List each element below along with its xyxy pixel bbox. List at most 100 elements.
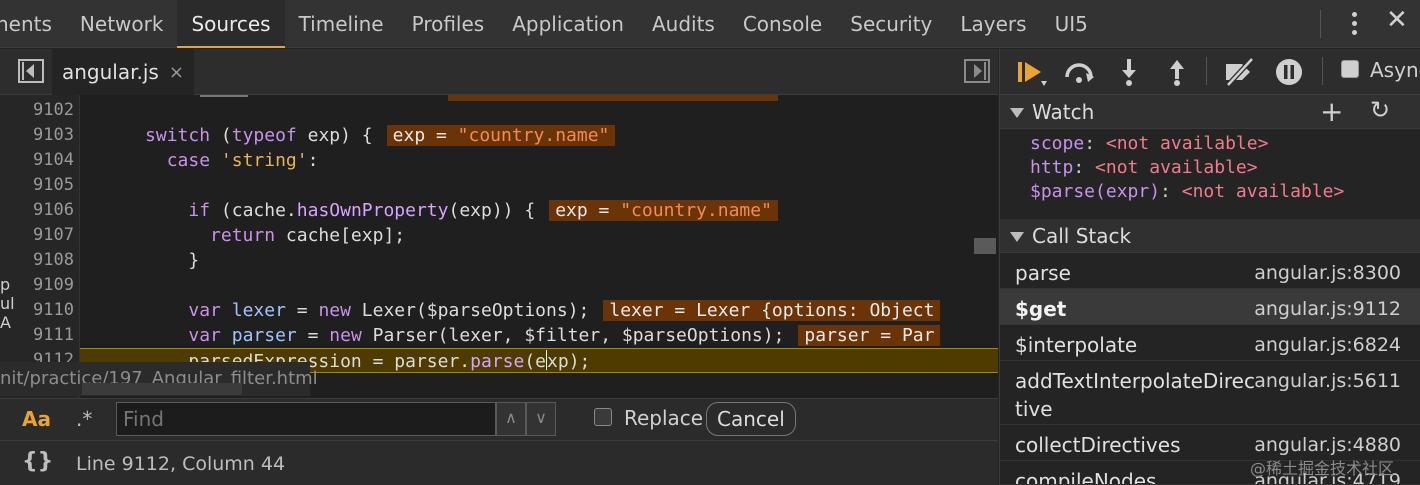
horizontal-scrollbar-thumb[interactable]	[82, 383, 242, 395]
vertical-scrollbar-thumb[interactable]	[974, 238, 996, 254]
string-literal: 'string'	[220, 150, 308, 171]
inline-value-key: exp =	[392, 125, 458, 146]
line-number[interactable]: 9102	[0, 98, 74, 123]
tab-ui5[interactable]: UI5	[1041, 0, 1102, 48]
code-line-9107[interactable]: return cache[exp];	[80, 223, 998, 248]
debugger-toolbar: Async	[1000, 49, 1420, 95]
frame-location[interactable]: angular.js:9112	[1254, 295, 1401, 323]
file-tab-name: angular.js	[62, 60, 159, 84]
code-line-9111[interactable]: var parser = new Parser(lexer, $filter, …	[80, 323, 998, 348]
code-text: (e	[524, 351, 547, 372]
pretty-print-button[interactable]: {}	[22, 449, 53, 474]
close-tab-icon[interactable]: ×	[169, 62, 184, 83]
inline-value: lexer = Lexer {options: Object	[603, 300, 941, 321]
code-line-9108[interactable]: }	[80, 248, 998, 273]
refresh-icon[interactable]: ↻	[1370, 96, 1390, 124]
code-line-9103[interactable]: switch (typeof exp) {exp = "country.name…	[80, 123, 998, 148]
keyword: case	[166, 150, 211, 171]
line-number[interactable]: 9108	[0, 248, 74, 273]
step-over-icon[interactable]	[1062, 55, 1096, 89]
tab-network[interactable]: Network	[66, 0, 178, 48]
inline-value: exp = "country.name"	[386, 125, 616, 146]
call-stack-section-header[interactable]: Call Stack	[1000, 219, 1420, 253]
collapse-triangle-icon[interactable]	[1010, 108, 1024, 118]
close-devtools-icon[interactable]: ✕	[1386, 5, 1408, 35]
find-previous-button[interactable]: ∧	[496, 402, 526, 436]
frame-name: $get	[1015, 297, 1067, 321]
line-number[interactable]: 9104	[0, 148, 74, 173]
watch-item[interactable]: http: <not available>	[1030, 157, 1258, 178]
watch-key: scope	[1030, 133, 1085, 154]
watch-key: http	[1030, 157, 1074, 178]
replace-label: Replace	[624, 406, 704, 430]
tab-timeline[interactable]: Timeline	[285, 0, 398, 48]
keyword: new	[329, 325, 362, 346]
frame-location[interactable]: angular.js:5611	[1254, 367, 1401, 395]
file-tab-angular[interactable]: angular.js ×	[52, 49, 194, 95]
call-frame[interactable]: $interpolate angular.js:6824	[1000, 325, 1420, 361]
toggle-navigator-icon[interactable]	[18, 59, 44, 83]
code-line-9106[interactable]: if (cache.hasOwnProperty(exp)) {exp = "c…	[80, 198, 998, 223]
regex-toggle[interactable]: .*	[76, 407, 92, 431]
resume-icon[interactable]	[1014, 55, 1048, 89]
watch-key: $parse(expr)	[1030, 181, 1161, 202]
line-number-gutter[interactable]: 9102 9103 9104 9105 9106 9107 9108 9109 9110 9111…	[0, 95, 80, 398]
tab-application[interactable]: Application	[498, 0, 638, 48]
watch-item[interactable]: scope: <not available>	[1030, 133, 1268, 154]
cancel-button[interactable]: Cancel	[706, 402, 796, 436]
watch-section-header[interactable]: Watch + ↻	[1000, 95, 1420, 129]
watermark: @稀土掘金技术社区	[1250, 459, 1395, 478]
line-number[interactable]: 9106	[0, 198, 74, 223]
watch-value: <not available>	[1095, 157, 1258, 178]
code-text: =	[285, 300, 319, 321]
collapse-triangle-icon[interactable]	[1010, 232, 1024, 242]
inline-value: exp = "country.name"	[549, 200, 778, 221]
code-editor[interactable]: 9102 9103 9104 9105 9106 9107 9108 9109 9110 9111…	[0, 95, 998, 398]
find-input[interactable]	[116, 402, 496, 436]
frame-location[interactable]: angular.js:6824	[1254, 331, 1401, 359]
tab-security[interactable]: Security	[836, 0, 946, 48]
tab-audits[interactable]: Audits	[638, 0, 729, 48]
step-out-icon[interactable]	[1160, 55, 1194, 89]
clipped-left-panel: p ul A	[0, 275, 15, 332]
deactivate-breakpoints-icon[interactable]	[1222, 55, 1256, 89]
call-frame[interactable]: addTextInterpolateDirective angular.js:5…	[1000, 361, 1420, 425]
line-number[interactable]: 9105	[0, 173, 74, 198]
variable-name: lexer	[220, 300, 286, 321]
toolbar-divider	[1206, 57, 1207, 85]
keyword: var	[188, 300, 221, 321]
toggle-debugger-icon[interactable]	[964, 59, 990, 83]
call-frame[interactable]: parse angular.js:8300	[1000, 253, 1420, 289]
tab-layers[interactable]: Layers	[946, 0, 1040, 48]
find-bar: Aa .* ∧ ∨ Replace Cancel	[0, 398, 998, 440]
match-case-toggle[interactable]: Aa	[22, 407, 51, 431]
more-options-icon[interactable]	[1340, 6, 1370, 42]
code-line-9104[interactable]: case 'string':	[80, 148, 998, 173]
frame-location[interactable]: angular.js:8300	[1254, 259, 1401, 287]
tab-profiles[interactable]: Profiles	[398, 0, 499, 48]
tab-console[interactable]: Console	[729, 0, 836, 48]
code-line-9110[interactable]: var lexer = new Lexer($parseOptions); lex…	[80, 298, 998, 323]
call-frame-selected[interactable]: $get angular.js:9112	[1000, 289, 1420, 325]
variable-name: parser	[220, 325, 297, 346]
watch-value: <not available>	[1181, 181, 1345, 202]
inline-value: parser = Par	[798, 325, 941, 346]
watch-item[interactable]: $parse(expr): <not available>	[1030, 181, 1344, 202]
line-number[interactable]: 9103	[0, 123, 74, 148]
replace-checkbox[interactable]	[594, 408, 612, 426]
tab-elements[interactable]: nents	[0, 0, 66, 48]
line-number[interactable]: 9107	[0, 223, 74, 248]
step-into-icon[interactable]	[1112, 55, 1146, 89]
add-watch-icon[interactable]: +	[1320, 95, 1343, 128]
async-checkbox[interactable]	[1341, 60, 1359, 78]
inline-value-key: exp =	[555, 200, 621, 221]
find-next-button[interactable]: ∨	[526, 402, 556, 436]
keyword: new	[318, 300, 351, 321]
code-text: cache[exp];	[275, 225, 406, 246]
frame-name: compileNodes	[1015, 469, 1157, 485]
pause-on-exceptions-icon[interactable]	[1272, 55, 1306, 89]
frame-name: $interpolate	[1015, 333, 1138, 357]
tab-sources[interactable]: Sources	[177, 0, 285, 48]
code-line-9102[interactable]	[80, 95, 998, 108]
frame-name: parse	[1015, 261, 1071, 285]
